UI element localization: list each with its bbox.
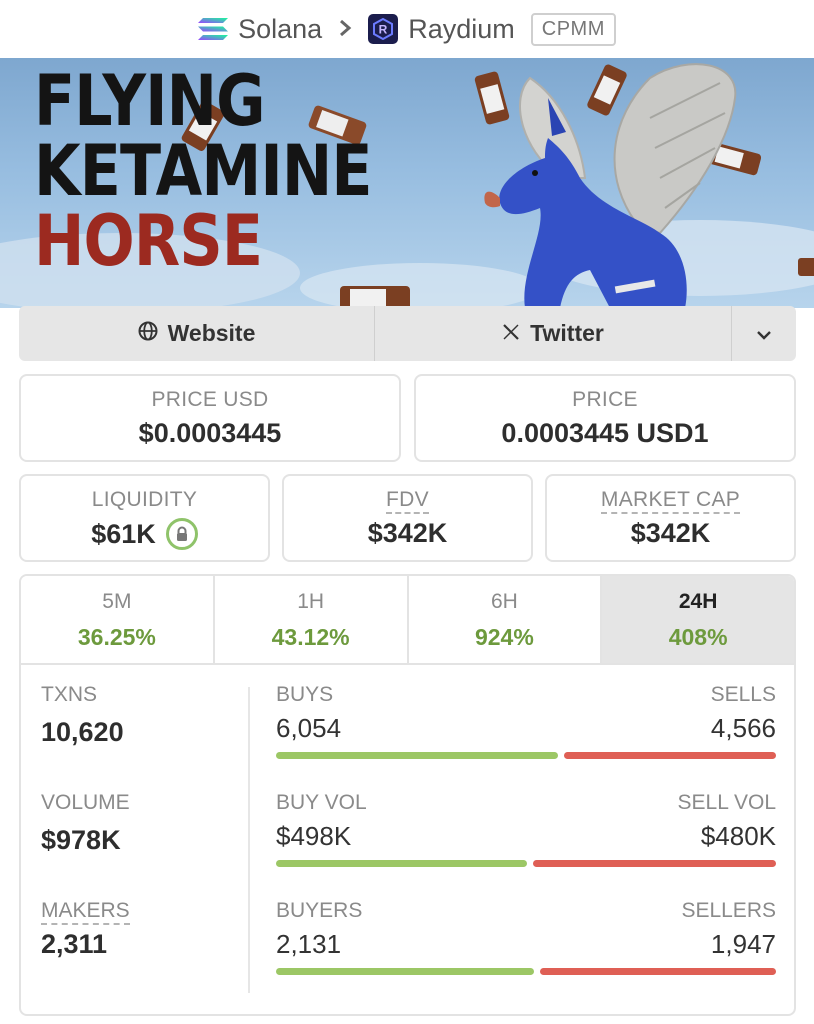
timeframe-tabs: 5M 36.25% 1H 43.12% 6H 924% 24H 408% <box>21 576 794 665</box>
volume-bar <box>276 860 776 867</box>
tab-label: 1H <box>297 590 325 613</box>
sellers-label: SELLERS <box>681 899 776 922</box>
buys-label: BUYS <box>276 683 334 706</box>
raydium-logo-icon[interactable]: R <box>368 14 399 44</box>
makers-value: 2,311 <box>41 929 108 959</box>
tab-1h[interactable]: 1H 43.12% <box>214 576 409 663</box>
makers-split: BUYERS SELLERS 2,131 1,947 <box>276 899 776 975</box>
makers-metric[interactable]: MAKERS 2,311 <box>41 899 130 960</box>
price-native-card: PRICE 0.0003445 USD1 <box>414 374 796 462</box>
sells-label: SELLS <box>710 683 776 706</box>
banner-title: FLYING KETAMINE HORSE <box>34 60 373 282</box>
buy-bar <box>276 860 527 867</box>
liquidity-card: LIQUIDITY $61K <box>19 474 270 562</box>
column-divider <box>248 687 250 993</box>
banner-title-line: FLYING <box>34 60 266 142</box>
svg-text:R: R <box>379 23 388 37</box>
price-native-value: 0.0003445 USD1 <box>501 418 709 448</box>
price-change: 924% <box>474 624 534 650</box>
tab-24h[interactable]: 24H 408% <box>602 576 794 663</box>
buyers-label: BUYERS <box>276 899 363 922</box>
price-change: 408% <box>668 624 728 650</box>
market-cap-card[interactable]: MARKET CAP $342K <box>545 474 796 562</box>
twitter-label: Twitter <box>530 320 604 346</box>
volume-label: VOLUME <box>41 791 130 814</box>
price-usd-label: PRICE USD <box>151 388 269 411</box>
makers-bar <box>276 968 776 975</box>
buy-vol-value: $498K <box>276 821 352 851</box>
twitter-button[interactable]: Twitter <box>375 306 732 361</box>
banner-title-line: HORSE <box>34 200 263 282</box>
buys-sells-bar <box>276 752 776 759</box>
volume-split: BUY VOL SELL VOL $498K $480K <box>276 791 776 867</box>
txns-value: 10,620 <box>41 717 124 747</box>
sell-vol-value: $480K <box>700 821 776 851</box>
market-cap-value: $342K <box>630 518 711 548</box>
tab-5m[interactable]: 5M 36.25% <box>21 576 215 663</box>
buys-value: 6,054 <box>276 713 342 743</box>
chevron-right-icon <box>338 14 352 45</box>
txns-label: TXNS <box>41 683 98 706</box>
tab-label: 5M <box>102 590 132 613</box>
globe-icon <box>138 320 158 347</box>
makers-label[interactable]: MAKERS <box>41 899 130 925</box>
buy-bar <box>276 752 558 759</box>
market-cap-label[interactable]: MARKET CAP <box>600 488 741 514</box>
volume-value: $978K <box>41 825 121 855</box>
sell-bar <box>533 860 776 867</box>
website-label: Website <box>167 320 256 346</box>
sells-value: 4,566 <box>710 713 776 743</box>
liquidity-label: LIQUIDITY <box>91 488 198 511</box>
sell-bar <box>564 752 776 759</box>
price-change: 43.12% <box>271 624 350 650</box>
dex-name[interactable]: Raydium <box>408 14 515 45</box>
buys-sells-split: BUYS SELLS 6,054 4,566 <box>276 683 776 759</box>
breadcrumb: Solana R Raydium CPMM <box>0 0 814 58</box>
fdv-value: $342K <box>367 518 448 548</box>
stats-body: TXNS 10,620 VOLUME $978K MAKERS 2,311 BU… <box>21 665 794 1014</box>
chevron-down-icon <box>756 320 772 347</box>
website-button[interactable]: Website <box>19 306 375 361</box>
price-change: 36.25% <box>77 624 156 650</box>
chain-name[interactable]: Solana <box>238 14 322 45</box>
price-usd-card: PRICE USD $0.0003445 <box>19 374 401 462</box>
tab-label: 6H <box>490 590 518 613</box>
stats-panel: 5M 36.25% 1H 43.12% 6H 924% 24H 408% TXN… <box>19 574 796 1016</box>
sell-bar <box>540 968 776 975</box>
banner-title-line: KETAMINE <box>34 130 373 212</box>
x-logo-icon <box>502 320 520 347</box>
buy-vol-label: BUY VOL <box>276 791 367 814</box>
sell-vol-label: SELL VOL <box>677 791 776 814</box>
solana-logo-icon[interactable] <box>198 18 229 40</box>
links-bar: Website Twitter <box>19 306 796 361</box>
buyers-value: 2,131 <box>276 929 342 959</box>
more-links-button[interactable] <box>732 306 796 361</box>
tab-6h[interactable]: 6H 924% <box>408 576 603 663</box>
token-banner-image: FLYING KETAMINE HORSE <box>0 58 814 308</box>
price-usd-value: $0.0003445 <box>138 418 282 448</box>
lock-icon[interactable] <box>165 518 198 550</box>
tab-label: 24H <box>678 590 718 613</box>
fdv-label[interactable]: FDV <box>386 488 429 514</box>
txns-metric: TXNS 10,620 <box>41 683 124 748</box>
sellers-value: 1,947 <box>710 929 776 959</box>
pair-type-badge: CPMM <box>530 12 616 46</box>
fdv-card[interactable]: FDV $342K <box>282 474 533 562</box>
volume-metric: VOLUME $978K <box>41 791 130 856</box>
price-native-label: PRICE <box>572 388 638 411</box>
liquidity-value: $61K <box>91 518 156 549</box>
buy-bar <box>276 968 534 975</box>
